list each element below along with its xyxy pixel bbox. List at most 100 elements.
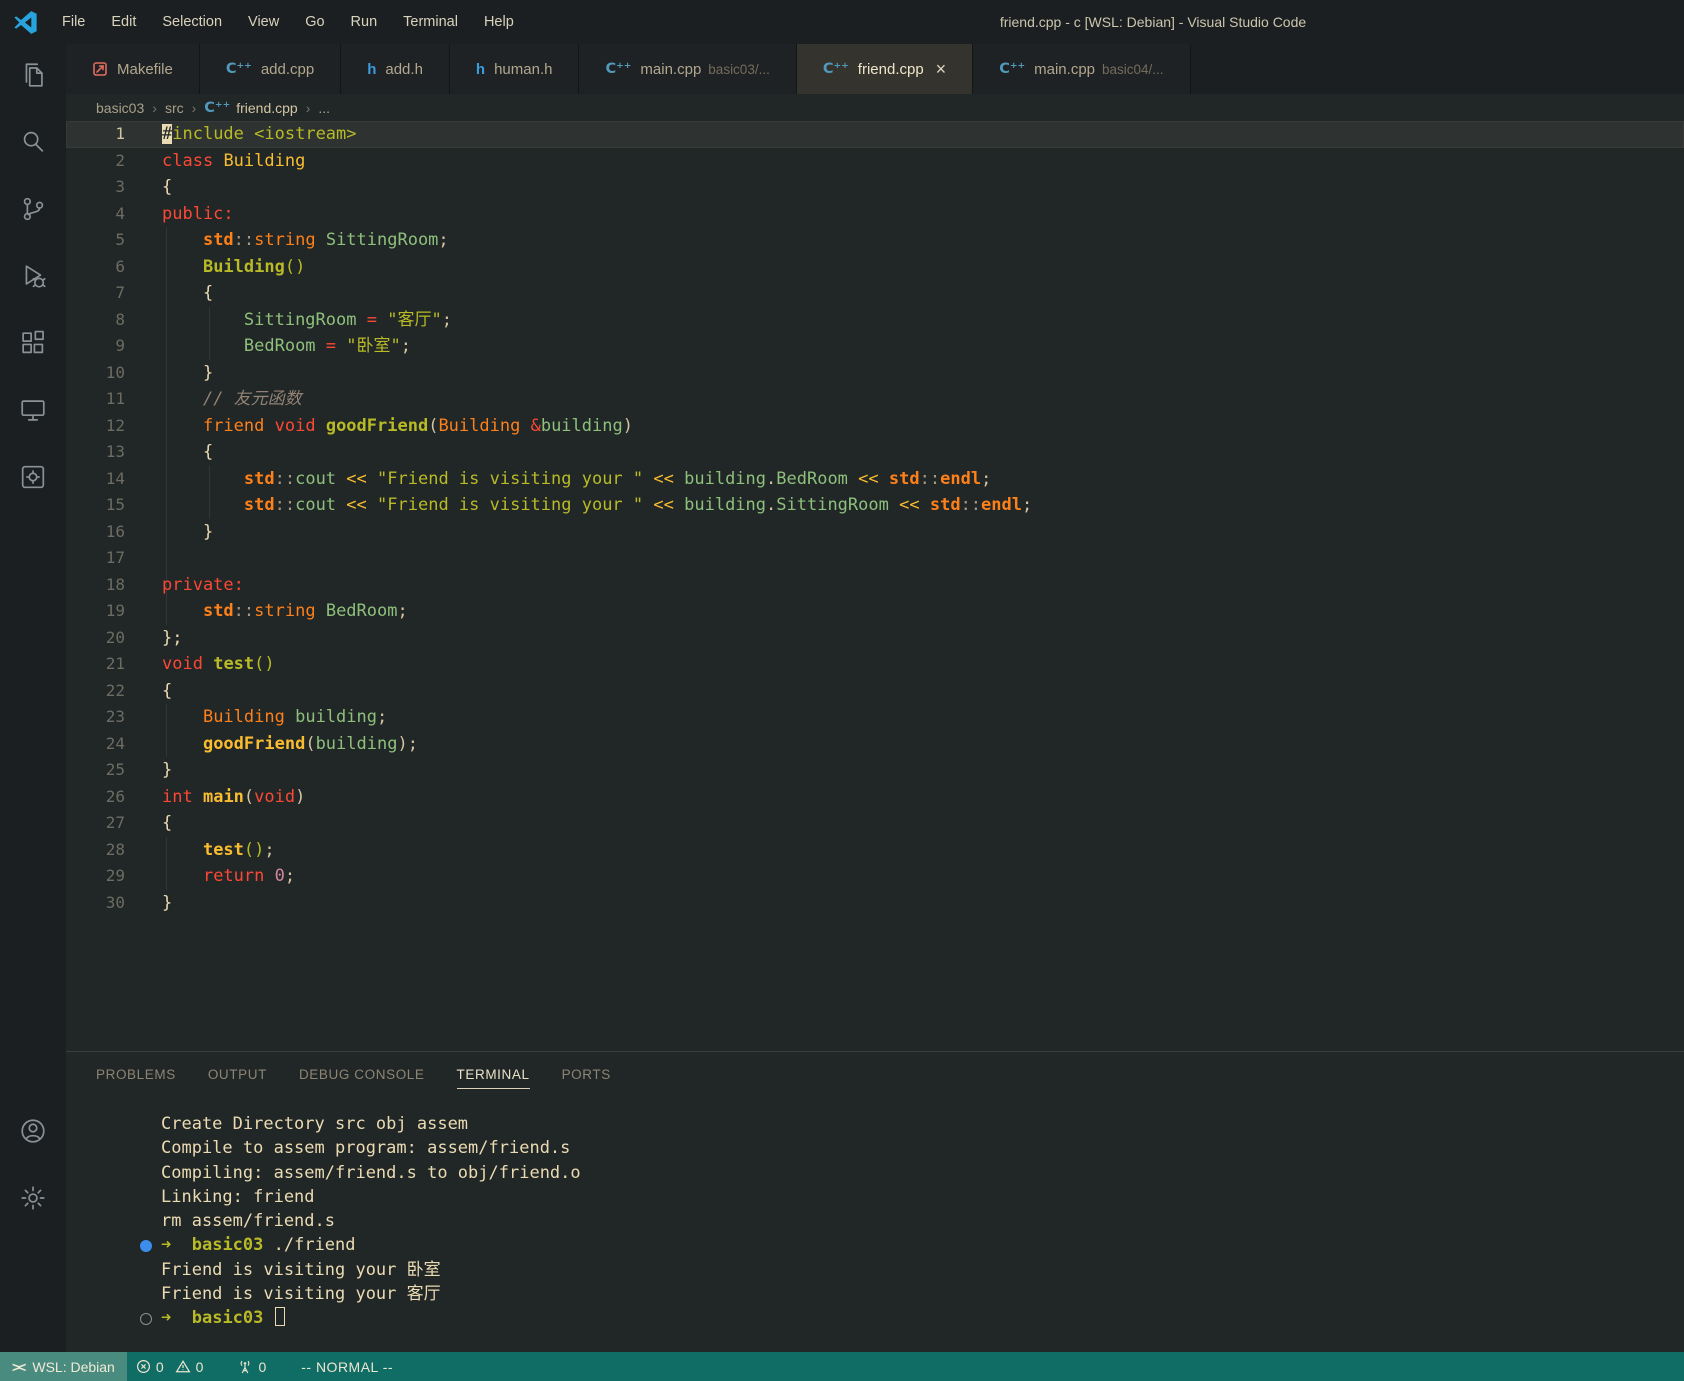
code-line-23[interactable]: 23 Building building; bbox=[66, 704, 1684, 731]
line-number[interactable]: 3 bbox=[66, 174, 162, 201]
line-number[interactable]: 2 bbox=[66, 148, 162, 175]
line-number[interactable]: 16 bbox=[66, 519, 162, 546]
code-line-25[interactable]: 25} bbox=[66, 757, 1684, 784]
panel-tab-debug-console[interactable]: DEBUG CONSOLE bbox=[283, 1052, 441, 1096]
code-line-8[interactable]: 8 SittingRoom = "客厅"; bbox=[66, 307, 1684, 334]
tab-main-cppbasic03[interactable]: C⁺⁺ main.cpp basic03/... bbox=[579, 44, 797, 94]
code-line-28[interactable]: 28 test(); bbox=[66, 837, 1684, 864]
line-number[interactable]: 9 bbox=[66, 333, 162, 360]
line-number[interactable]: 17 bbox=[66, 545, 162, 572]
tab-main-cppbasic04[interactable]: C⁺⁺ main.cpp basic04/... bbox=[973, 44, 1191, 94]
activity-source-control[interactable] bbox=[0, 178, 66, 245]
tab-human-h[interactable]: h human.h bbox=[449, 44, 580, 94]
line-number[interactable]: 4 bbox=[66, 201, 162, 228]
code-line-19[interactable]: 19 std::string BedRoom; bbox=[66, 598, 1684, 625]
panel-tab-terminal[interactable]: TERMINAL bbox=[441, 1052, 546, 1096]
line-number[interactable]: 23 bbox=[66, 704, 162, 731]
code-line-7[interactable]: 7 { bbox=[66, 280, 1684, 307]
line-number[interactable]: 13 bbox=[66, 439, 162, 466]
line-number[interactable]: 11 bbox=[66, 386, 162, 413]
code-line-13[interactable]: 13 { bbox=[66, 439, 1684, 466]
menu-selection[interactable]: Selection bbox=[149, 0, 235, 44]
line-number[interactable]: 25 bbox=[66, 757, 162, 784]
code-line-29[interactable]: 29 return 0; bbox=[66, 863, 1684, 890]
panel-tab-problems[interactable]: PROBLEMS bbox=[80, 1052, 192, 1096]
line-number[interactable]: 28 bbox=[66, 837, 162, 864]
tab-add-cpp[interactable]: C⁺⁺ add.cpp bbox=[199, 44, 342, 94]
activity-extensions[interactable] bbox=[0, 312, 66, 379]
line-number[interactable]: 7 bbox=[66, 280, 162, 307]
line-number[interactable]: 19 bbox=[66, 598, 162, 625]
menu-help[interactable]: Help bbox=[471, 0, 527, 44]
line-number[interactable]: 14 bbox=[66, 466, 162, 493]
tab-friend-cpp[interactable]: C⁺⁺ friend.cpp × bbox=[796, 44, 974, 94]
breadcrumb-item-src[interactable]: src bbox=[165, 100, 184, 116]
breadcrumb-item-basic03[interactable]: basic03 bbox=[96, 100, 144, 116]
code-line-16[interactable]: 16 } bbox=[66, 519, 1684, 546]
code-line-10[interactable]: 10 } bbox=[66, 360, 1684, 387]
code-line-11[interactable]: 11 // 友元函数 bbox=[66, 386, 1684, 413]
line-number[interactable]: 1 bbox=[66, 121, 162, 148]
code-line-4[interactable]: 4 public: bbox=[66, 201, 1684, 228]
line-number[interactable]: 6 bbox=[66, 254, 162, 281]
activity-search[interactable] bbox=[0, 111, 66, 178]
line-number[interactable]: 21 bbox=[66, 651, 162, 678]
menu-edit[interactable]: Edit bbox=[98, 0, 149, 44]
line-number[interactable]: 12 bbox=[66, 413, 162, 440]
problems-status[interactable]: 0 0 bbox=[127, 1352, 213, 1381]
code-line-20[interactable]: 20}; bbox=[66, 625, 1684, 652]
line-number[interactable]: 26 bbox=[66, 784, 162, 811]
line-number[interactable]: 5 bbox=[66, 227, 162, 254]
code-line-5[interactable]: 5 std::string SittingRoom; bbox=[66, 227, 1684, 254]
vim-mode-indicator[interactable]: -- NORMAL -- bbox=[287, 1352, 407, 1381]
line-number[interactable]: 18 bbox=[66, 572, 162, 599]
activity-makefile-tools[interactable] bbox=[0, 446, 66, 513]
code-line-21[interactable]: 21 void test() bbox=[66, 651, 1684, 678]
line-number[interactable]: 10 bbox=[66, 360, 162, 387]
code-line-12[interactable]: 12 friend void goodFriend(Building &buil… bbox=[66, 413, 1684, 440]
line-number[interactable]: 24 bbox=[66, 731, 162, 758]
menu-terminal[interactable]: Terminal bbox=[390, 0, 471, 44]
line-number[interactable]: 15 bbox=[66, 492, 162, 519]
menu-view[interactable]: View bbox=[235, 0, 292, 44]
code-line-27[interactable]: 27{ bbox=[66, 810, 1684, 837]
code-line-24[interactable]: 24 goodFriend(building); bbox=[66, 731, 1684, 758]
code-line-30[interactable]: 30} bbox=[66, 890, 1684, 917]
tab-add-h[interactable]: h add.h bbox=[341, 44, 450, 94]
activity-settings[interactable] bbox=[0, 1167, 66, 1234]
menu-go[interactable]: Go bbox=[292, 0, 337, 44]
remote-indicator[interactable]: >< WSL: Debian bbox=[0, 1352, 127, 1381]
line-number[interactable]: 27 bbox=[66, 810, 162, 837]
code-line-17[interactable]: 17 bbox=[66, 545, 1684, 572]
activity-run-debug[interactable] bbox=[0, 245, 66, 312]
line-number[interactable]: 22 bbox=[66, 678, 162, 705]
close-tab-icon[interactable]: × bbox=[936, 60, 947, 78]
code-line-2[interactable]: 2 class Building bbox=[66, 148, 1684, 175]
line-number[interactable]: 30 bbox=[66, 890, 162, 917]
menu-file[interactable]: File bbox=[49, 0, 98, 44]
code-line-14[interactable]: 14 std::cout << "Friend is visiting your… bbox=[66, 466, 1684, 493]
menu-run[interactable]: Run bbox=[338, 0, 391, 44]
activity-account[interactable] bbox=[0, 1100, 66, 1167]
activity-remote-explorer[interactable] bbox=[0, 379, 66, 446]
code-editor[interactable]: 1 #include <iostream> 2 class Building 3{4 pu… bbox=[66, 121, 1684, 1051]
breadcrumb-item-friend-cpp[interactable]: C⁺⁺ friend.cpp bbox=[204, 99, 297, 117]
ports-status[interactable]: 0 bbox=[228, 1352, 275, 1381]
code-line-6[interactable]: 6 Building() bbox=[66, 254, 1684, 281]
code-line-3[interactable]: 3{ bbox=[66, 174, 1684, 201]
line-number[interactable]: 20 bbox=[66, 625, 162, 652]
panel-tab-ports[interactable]: PORTS bbox=[546, 1052, 627, 1096]
code-line-26[interactable]: 26 int main(void) bbox=[66, 784, 1684, 811]
activity-explorer[interactable] bbox=[0, 44, 66, 111]
code-line-22[interactable]: 22{ bbox=[66, 678, 1684, 705]
line-number[interactable]: 29 bbox=[66, 863, 162, 890]
code-line-18[interactable]: 18 private: bbox=[66, 572, 1684, 599]
line-number[interactable]: 8 bbox=[66, 307, 162, 334]
tab-makefile[interactable]: Makefile bbox=[66, 44, 200, 94]
terminal[interactable]: Create Directory src obj assem Compile to… bbox=[66, 1096, 1684, 1352]
code-line-9[interactable]: 9 BedRoom = "卧室"; bbox=[66, 333, 1684, 360]
code-line-15[interactable]: 15 std::cout << "Friend is visiting your… bbox=[66, 492, 1684, 519]
breadcrumb-item-[interactable]: ... bbox=[318, 100, 330, 116]
code-line-1[interactable]: 1 #include <iostream> bbox=[66, 121, 1684, 148]
panel-tab-output[interactable]: OUTPUT bbox=[192, 1052, 283, 1096]
